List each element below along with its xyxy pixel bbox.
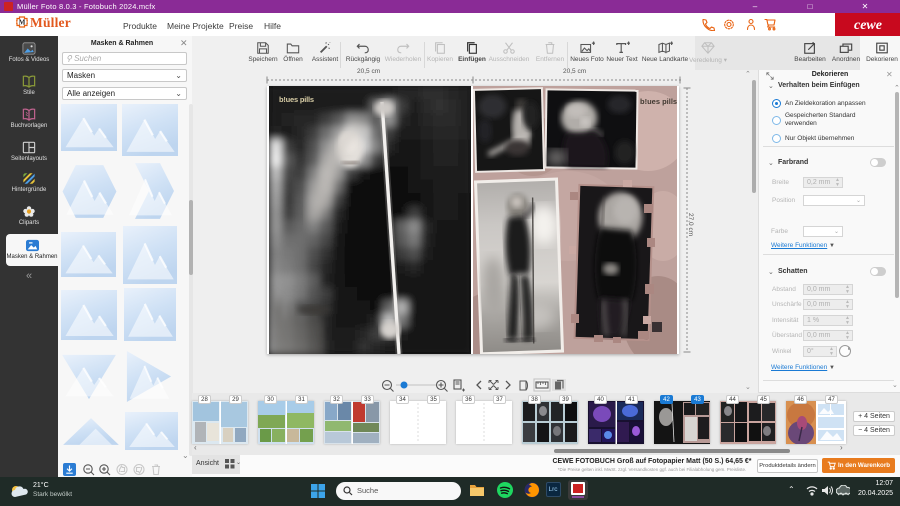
svg-text:cewe: cewe bbox=[854, 18, 882, 33]
svg-text:M: M bbox=[19, 19, 26, 27]
svg-text:b!ues pіlls: b!ues pіlls bbox=[640, 97, 677, 106]
svg-text:b!ues pіlls: b!ues pіlls bbox=[279, 95, 314, 104]
